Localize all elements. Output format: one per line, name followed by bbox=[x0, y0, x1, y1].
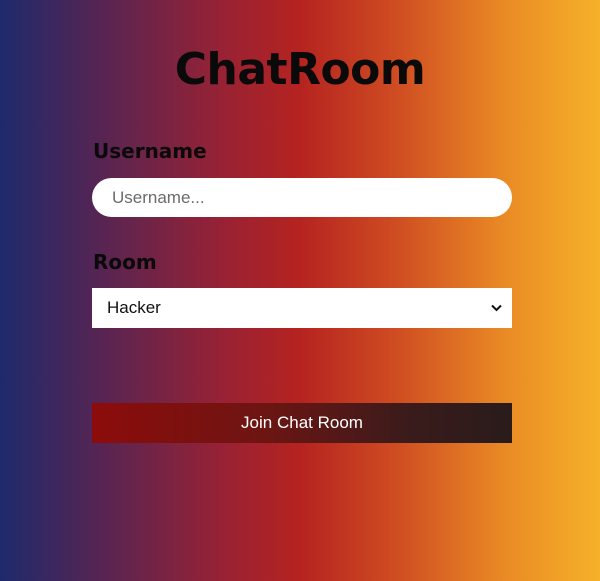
room-label: Room bbox=[93, 250, 157, 274]
username-input[interactable] bbox=[92, 178, 512, 217]
room-select[interactable]: Hacker bbox=[92, 288, 512, 328]
chevron-down-icon bbox=[490, 302, 502, 314]
join-chat-room-button[interactable]: Join Chat Room bbox=[92, 403, 512, 443]
page-title: ChatRoom bbox=[174, 44, 426, 95]
username-label: Username bbox=[93, 139, 207, 163]
room-select-value: Hacker bbox=[107, 298, 161, 317]
